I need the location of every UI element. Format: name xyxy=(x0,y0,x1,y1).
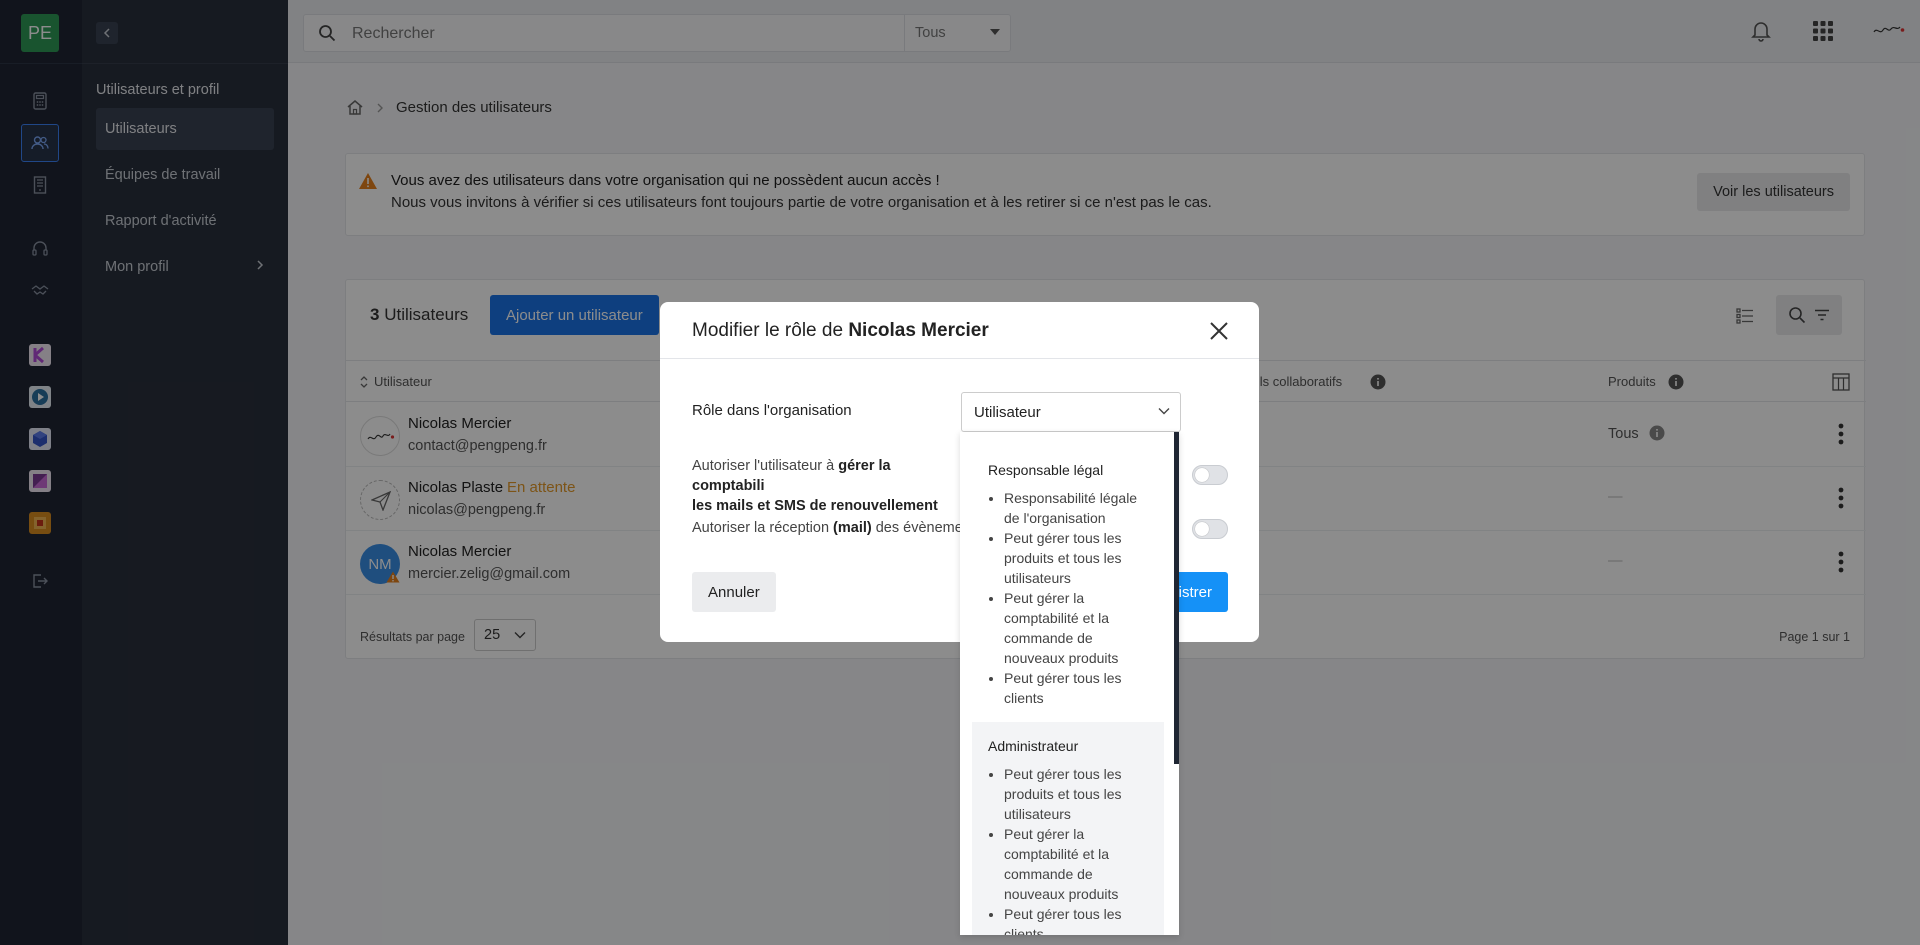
role-dropdown-menu: Responsable légal Responsabilité légale … xyxy=(960,432,1179,935)
role-bullet: Peut gérer la comptabilité et la command… xyxy=(1004,588,1148,668)
perm2-text-2: des évènemen xyxy=(871,520,962,536)
modal-title-name: Nicolas Mercier xyxy=(848,320,989,341)
close-icon[interactable] xyxy=(1208,320,1230,342)
role-bullet: Peut gérer tous les clients xyxy=(1004,668,1148,708)
role-bullet: Peut gérer tous les clients xyxy=(1004,904,1148,935)
role-option-legal-responsible[interactable]: Responsable légal Responsabilité légale … xyxy=(972,446,1164,720)
modal-title-prefix: Modifier le rôle de xyxy=(692,320,844,341)
perm1-bold-2: les mails et SMS de renouvellement xyxy=(692,498,938,514)
role-option-title: Administrateur xyxy=(988,738,1079,754)
cancel-button[interactable]: Annuler xyxy=(692,572,776,612)
modal-title: Modifier le rôle de Nicolas Mercier xyxy=(692,320,989,342)
role-option-bullets: Responsabilité légale de l'organisation … xyxy=(1004,488,1148,708)
modal-header-divider xyxy=(660,358,1259,359)
role-label: Rôle dans l'organisation xyxy=(692,402,852,419)
role-bullet: Peut gérer tous les produits et tous les… xyxy=(1004,764,1148,824)
role-option-bullets: Peut gérer tous les produits et tous les… xyxy=(1004,764,1148,935)
role-select-value: Utilisateur xyxy=(974,404,1041,421)
role-bullet: Peut gérer tous les produits et tous les… xyxy=(1004,528,1148,588)
dropdown-scrollbar[interactable] xyxy=(1174,432,1179,764)
role-select[interactable]: Utilisateur xyxy=(961,392,1181,432)
events-permission-toggle[interactable] xyxy=(1192,519,1228,539)
accounting-permission-label: Autoriser l'utilisateur à gérer la compt… xyxy=(692,456,962,516)
role-option-administrator[interactable]: Administrateur Peut gérer tous les produ… xyxy=(972,722,1164,935)
perm2-text: Autoriser la réception xyxy=(692,520,834,536)
perm2-bold: (mail) xyxy=(833,520,872,536)
accounting-permission-toggle[interactable] xyxy=(1192,465,1228,485)
perm1-text: Autoriser l'utilisateur à xyxy=(692,458,839,474)
chevron-down-icon xyxy=(1158,408,1170,415)
role-bullet: Responsabilité légale de l'organisation xyxy=(1004,488,1148,528)
role-option-title: Responsable légal xyxy=(988,462,1104,478)
role-bullet: Peut gérer la comptabilité et la command… xyxy=(1004,824,1148,904)
events-permission-label: Autoriser la réception (mail) des évènem… xyxy=(692,520,962,536)
